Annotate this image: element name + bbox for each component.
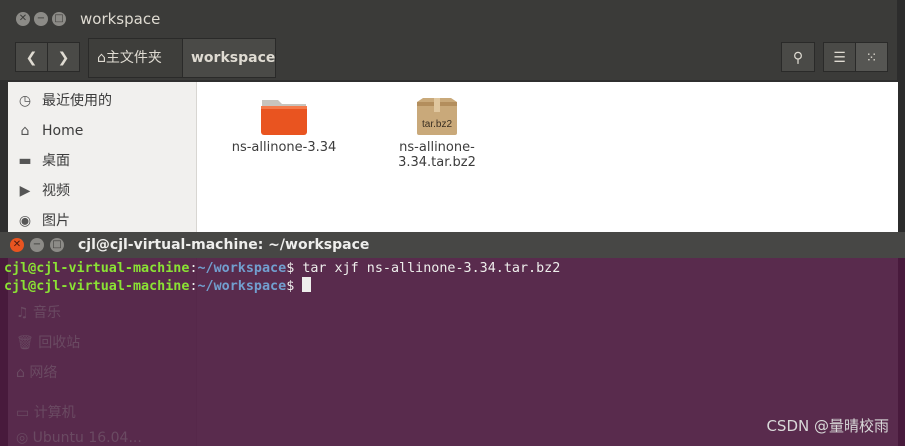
files-titlebar: ✕ − □ workspace <box>0 0 897 38</box>
list-view-icon: ☰ <box>833 50 846 66</box>
archive-icon: tar.bz2 <box>417 98 457 135</box>
terminal-body[interactable]: ♫ 音乐 🗑 回收站 ⌂ 网络 ▭ 计算机 ◎ Ubuntu 16.04... … <box>0 258 905 446</box>
forward-button[interactable]: ❯ <box>47 42 80 72</box>
watermark: CSDN @量晴校雨 <box>766 417 889 435</box>
search-button[interactable]: ⚲ <box>781 42 815 72</box>
grid-view-icon: ⁙ <box>865 50 878 66</box>
close-icon[interactable]: ✕ <box>10 238 24 252</box>
list-view-button[interactable]: ☰ <box>823 42 856 72</box>
terminal-line: cjl@cjl-virtual-machine:~/workspace$ tar… <box>4 261 561 276</box>
home-icon: ⌂ <box>97 50 106 66</box>
archive-badge: tar.bz2 <box>422 119 452 130</box>
ghost-sidebar-network: ⌂ 网络 <box>16 365 58 381</box>
grid-view-button[interactable]: ⁙ <box>855 42 888 72</box>
terminal-titlebar: ✕ − □ cjl@cjl-virtual-machine: ~/workspa… <box>0 232 905 258</box>
video-icon: ▶ <box>19 183 31 199</box>
ghost-sidebar-ubuntu: ◎ Ubuntu 16.04... <box>16 430 142 446</box>
breadcrumb-home[interactable]: ⌂主文件夹 <box>88 38 183 78</box>
desktop-icon: ▬ <box>18 153 32 169</box>
terminal-line: cjl@cjl-virtual-machine:~/workspace$ <box>4 277 312 295</box>
folder-icon <box>261 100 307 135</box>
sidebar-item-recent[interactable]: ◷ 最近使用的 <box>8 86 196 116</box>
terminal-title: cjl@cjl-virtual-machine: ~/workspace <box>78 237 370 253</box>
terminal-window: ✕ − □ cjl@cjl-virtual-machine: ~/workspa… <box>0 232 905 446</box>
chevron-right-icon: ❯ <box>57 50 70 66</box>
maximize-icon[interactable]: □ <box>50 238 64 252</box>
search-icon: ⚲ <box>792 50 804 66</box>
ghost-sidebar-computer: ▭ 计算机 <box>16 405 76 421</box>
sidebar-item-home[interactable]: ⌂ Home <box>8 116 196 146</box>
clock-icon: ◷ <box>18 93 32 109</box>
back-button[interactable]: ❮ <box>15 42 48 72</box>
terminal-cursor <box>302 277 312 292</box>
home-icon: ⌂ <box>20 123 30 139</box>
breadcrumb-workspace[interactable]: workspace <box>182 38 276 78</box>
file-item-archive[interactable]: tar.bz2 ns-allinone-3.34.tar.bz2 <box>367 96 507 170</box>
ghost-sidebar-music: ♫ 音乐 <box>16 305 62 321</box>
window-title: workspace <box>80 10 161 28</box>
close-icon[interactable]: ✕ <box>16 12 30 26</box>
file-item-folder[interactable]: ns-allinone-3.34 <box>214 96 354 155</box>
ghost-sidebar-trash: 🗑 回收站 <box>16 335 81 351</box>
files-toolbar: ❮ ❯ ⌂主文件夹 workspace ⚲ ☰ ⁙ <box>0 38 897 80</box>
sidebar-item-desktop[interactable]: ▬ 桌面 <box>8 146 196 176</box>
sidebar-item-videos[interactable]: ▶ 视频 <box>8 176 196 206</box>
chevron-left-icon: ❮ <box>25 50 38 66</box>
maximize-icon[interactable]: □ <box>52 12 66 26</box>
minimize-icon[interactable]: − <box>34 12 48 26</box>
minimize-icon[interactable]: − <box>30 238 44 252</box>
